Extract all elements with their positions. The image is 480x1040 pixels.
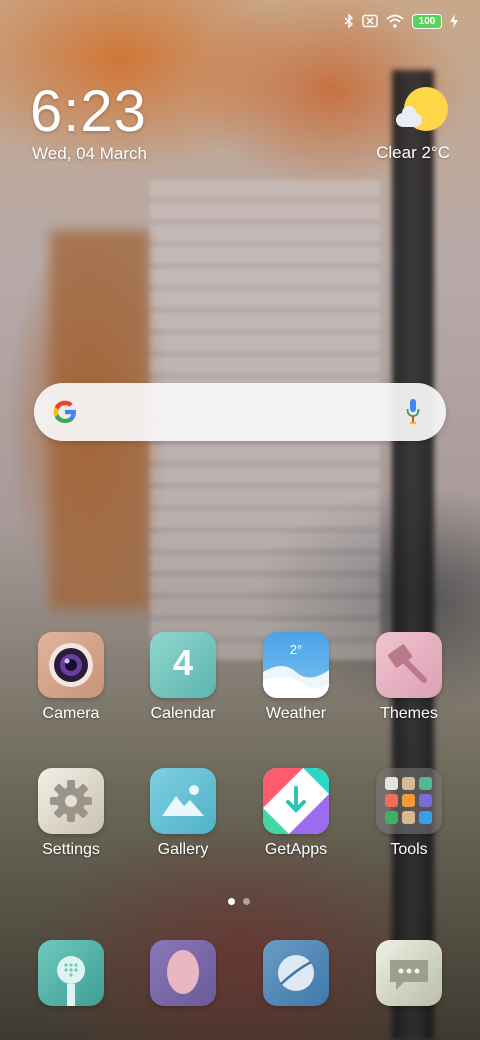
phone-dialer-icon: [38, 940, 104, 1006]
calendar-day: 4: [172, 642, 194, 683]
app-gallery[interactable]: Gallery: [128, 768, 238, 859]
app-label: Tools: [390, 841, 428, 858]
app-label: Calendar: [150, 705, 216, 722]
google-search-bar[interactable]: [34, 383, 446, 441]
weather-text: Clear 2°C: [376, 143, 450, 162]
folder-icon: [376, 768, 442, 834]
app-themes[interactable]: Themes: [354, 632, 464, 723]
app-label: Settings: [42, 841, 100, 858]
app-camera[interactable]: Camera: [16, 632, 126, 723]
app-tools-folder[interactable]: Tools: [354, 768, 464, 859]
sim-no-signal-icon: [362, 14, 378, 28]
status-bar: 100: [344, 10, 458, 32]
mountains-icon: [150, 768, 216, 834]
wifi-icon: [386, 14, 404, 28]
app-label: Themes: [380, 705, 438, 722]
page-dot[interactable]: [243, 898, 250, 905]
calendar-icon: 4: [150, 632, 216, 698]
charging-icon: [450, 14, 458, 28]
download-arrow-icon: [263, 768, 329, 834]
app-getapps[interactable]: GetApps: [241, 768, 351, 859]
contacts-icon: [150, 940, 216, 1006]
dock-contacts[interactable]: [128, 940, 238, 1006]
app-weather[interactable]: 2° Weather: [241, 632, 351, 723]
dock-messaging[interactable]: [354, 940, 464, 1006]
google-logo-icon: [50, 397, 80, 427]
cloud-icon: [396, 106, 422, 127]
weather-temp: 2°: [289, 642, 303, 657]
app-label: Weather: [265, 705, 327, 722]
messaging-icon: [376, 940, 442, 1006]
microphone-icon[interactable]: [406, 398, 420, 426]
clock-time[interactable]: 6:23: [30, 78, 147, 145]
app-label: Gallery: [157, 841, 209, 858]
app-calendar[interactable]: 4 Calendar: [128, 632, 238, 723]
bluetooth-icon: [344, 14, 354, 28]
browser-icon: [263, 940, 329, 1006]
gear-icon: [38, 768, 104, 834]
page-indicator: [228, 898, 250, 905]
app-label: GetApps: [264, 841, 328, 858]
home-screen: 100 6:23 Wed, 04 March Clear 2°C Camera …: [0, 0, 480, 1040]
wallpaper-lamp-post: [392, 70, 434, 1040]
page-dot-active[interactable]: [228, 898, 235, 905]
app-settings[interactable]: Settings: [16, 768, 126, 859]
battery-icon: 100: [412, 13, 442, 29]
camera-icon: [38, 632, 104, 698]
weather-widget[interactable]: Clear 2°C: [330, 85, 450, 165]
dock-browser[interactable]: [241, 940, 351, 1006]
dock-phone[interactable]: [16, 940, 126, 1006]
app-label: Camera: [42, 705, 100, 722]
clock-date[interactable]: Wed, 04 March: [32, 144, 147, 164]
weather-icon: 2°: [263, 632, 329, 698]
paint-brush-icon: [376, 632, 442, 698]
